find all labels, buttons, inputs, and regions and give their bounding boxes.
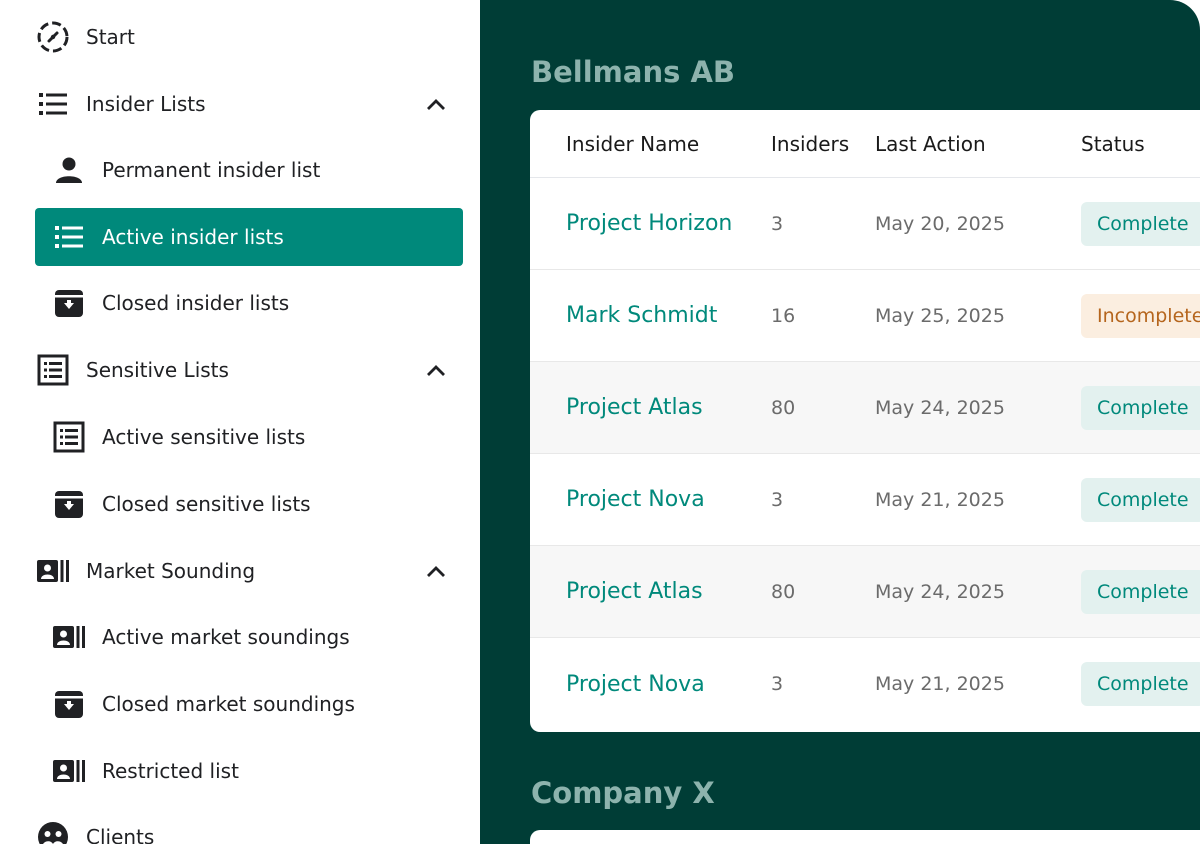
list-box-icon	[52, 420, 86, 454]
column-header-insiders[interactable]: Insiders	[771, 132, 849, 156]
insider-list-table: Insider Name Insiders Last Action Status…	[530, 110, 1200, 732]
sidebar-item-label: Closed market soundings	[102, 692, 355, 716]
sidebar-item-start[interactable]: Start	[36, 9, 448, 65]
last-action-date: May 21, 2025	[875, 488, 1005, 511]
insider-name-link[interactable]: Project Nova	[566, 672, 705, 697]
status-badge: Complete	[1081, 385, 1200, 430]
sidebar-item-restricted-list[interactable]: Restricted list	[35, 743, 463, 799]
sidebar-section-market-sounding[interactable]: Market Sounding	[36, 543, 448, 599]
list-box-icon	[36, 353, 70, 387]
sidebar-item-label: Permanent insider list	[102, 158, 321, 182]
insider-name-link[interactable]: Project Atlas	[566, 579, 703, 604]
table-row[interactable]: Project Atlas 80 May 24, 2025 Complete	[530, 546, 1200, 638]
insiders-count: 16	[771, 304, 796, 327]
status-badge: Complete	[1081, 201, 1200, 246]
id-card-icon	[52, 754, 86, 788]
clients-icon	[36, 820, 70, 844]
insiders-count: 80	[771, 396, 796, 419]
insiders-count: 80	[771, 580, 796, 603]
sidebar-item-active-market-soundings[interactable]: Active market soundings	[35, 609, 463, 665]
column-header-insider-name[interactable]: Insider Name	[566, 132, 699, 156]
id-card-icon	[52, 620, 86, 654]
sidebar-item-active-insider-lists[interactable]: Active insider lists	[35, 208, 463, 266]
archive-icon	[52, 286, 86, 320]
last-action-date: May 21, 2025	[875, 673, 1005, 695]
status-badge: Complete	[1081, 662, 1200, 706]
sidebar-item-label: Active market soundings	[102, 625, 350, 649]
column-header-status[interactable]: Status	[1081, 132, 1145, 156]
column-header-last-action[interactable]: Last Action	[875, 132, 986, 156]
person-icon	[52, 153, 86, 187]
sidebar-section-label: Market Sounding	[86, 559, 256, 583]
company-title: Company X	[531, 776, 715, 810]
insiders-count: 3	[771, 212, 784, 235]
table-row[interactable]: Project Nova 3 May 21, 2025 Complete	[530, 638, 1200, 730]
sidebar-item-active-sensitive-lists[interactable]: Active sensitive lists	[35, 409, 463, 465]
table-row[interactable]: Project Nova 3 May 21, 2025 Complete	[530, 454, 1200, 546]
insiders-count: 3	[771, 673, 784, 695]
insider-name-link[interactable]: Project Nova	[566, 487, 705, 512]
sidebar-item-label: Closed insider lists	[102, 291, 290, 315]
table-row[interactable]: Project Horizon 3 May 20, 2025 Complete	[530, 178, 1200, 270]
main-content: Bellmans AB Insider Name Insiders Last A…	[480, 0, 1200, 844]
status-badge: Complete	[1081, 477, 1200, 522]
last-action-date: May 24, 2025	[875, 580, 1005, 603]
sidebar-item-closed-sensitive-lists[interactable]: Closed sensitive lists	[35, 476, 463, 532]
sidebar-item-label: Restricted list	[102, 759, 239, 783]
archive-icon	[52, 687, 86, 721]
insider-name-link[interactable]: Mark Schmidt	[566, 303, 717, 328]
insider-name-link[interactable]: Project Atlas	[566, 395, 703, 420]
table-header: Insider Name Insiders Last Action Status	[530, 110, 1200, 178]
clock-dashed-icon	[36, 20, 70, 54]
table-row[interactable]: Project Atlas 80 May 24, 2025 Complete	[530, 362, 1200, 454]
insider-name-link[interactable]: Project Horizon	[566, 211, 732, 236]
sidebar-item-label: Closed sensitive lists	[102, 492, 311, 516]
id-card-icon	[36, 554, 70, 588]
chevron-up-icon[interactable]	[424, 92, 448, 116]
sidebar-item-closed-insider-lists[interactable]: Closed insider lists	[35, 275, 463, 331]
chevron-up-icon[interactable]	[424, 559, 448, 583]
last-action-date: May 24, 2025	[875, 396, 1005, 419]
sidebar-item-label: Active insider lists	[102, 225, 284, 249]
list-icon	[52, 220, 86, 254]
status-badge: Complete	[1081, 569, 1200, 614]
sidebar-item-label: Clients	[86, 825, 155, 844]
sidebar: Start Insider Lists Permanent insider li…	[0, 0, 480, 844]
sidebar-section-sensitive-lists[interactable]: Sensitive Lists	[36, 342, 448, 398]
insider-list-table	[530, 830, 1200, 844]
list-icon	[36, 87, 70, 121]
company-title: Bellmans AB	[531, 55, 735, 89]
sidebar-section-insider-lists[interactable]: Insider Lists	[36, 76, 448, 132]
insiders-count: 3	[771, 488, 784, 511]
chevron-up-icon[interactable]	[424, 358, 448, 382]
last-action-date: May 25, 2025	[875, 304, 1005, 327]
archive-icon	[52, 487, 86, 521]
sidebar-item-label: Active sensitive lists	[102, 425, 306, 449]
table-row[interactable]: Mark Schmidt 16 May 25, 2025 Incomplete	[530, 270, 1200, 362]
sidebar-item-permanent-insider-list[interactable]: Permanent insider list	[35, 142, 463, 198]
sidebar-item-clients[interactable]: Clients	[36, 809, 448, 844]
sidebar-section-label: Insider Lists	[86, 92, 206, 116]
last-action-date: May 20, 2025	[875, 212, 1005, 235]
status-badge: Incomplete	[1081, 293, 1200, 338]
sidebar-item-label: Start	[86, 25, 135, 49]
sidebar-section-label: Sensitive Lists	[86, 358, 229, 382]
sidebar-item-closed-market-soundings[interactable]: Closed market soundings	[35, 676, 463, 732]
